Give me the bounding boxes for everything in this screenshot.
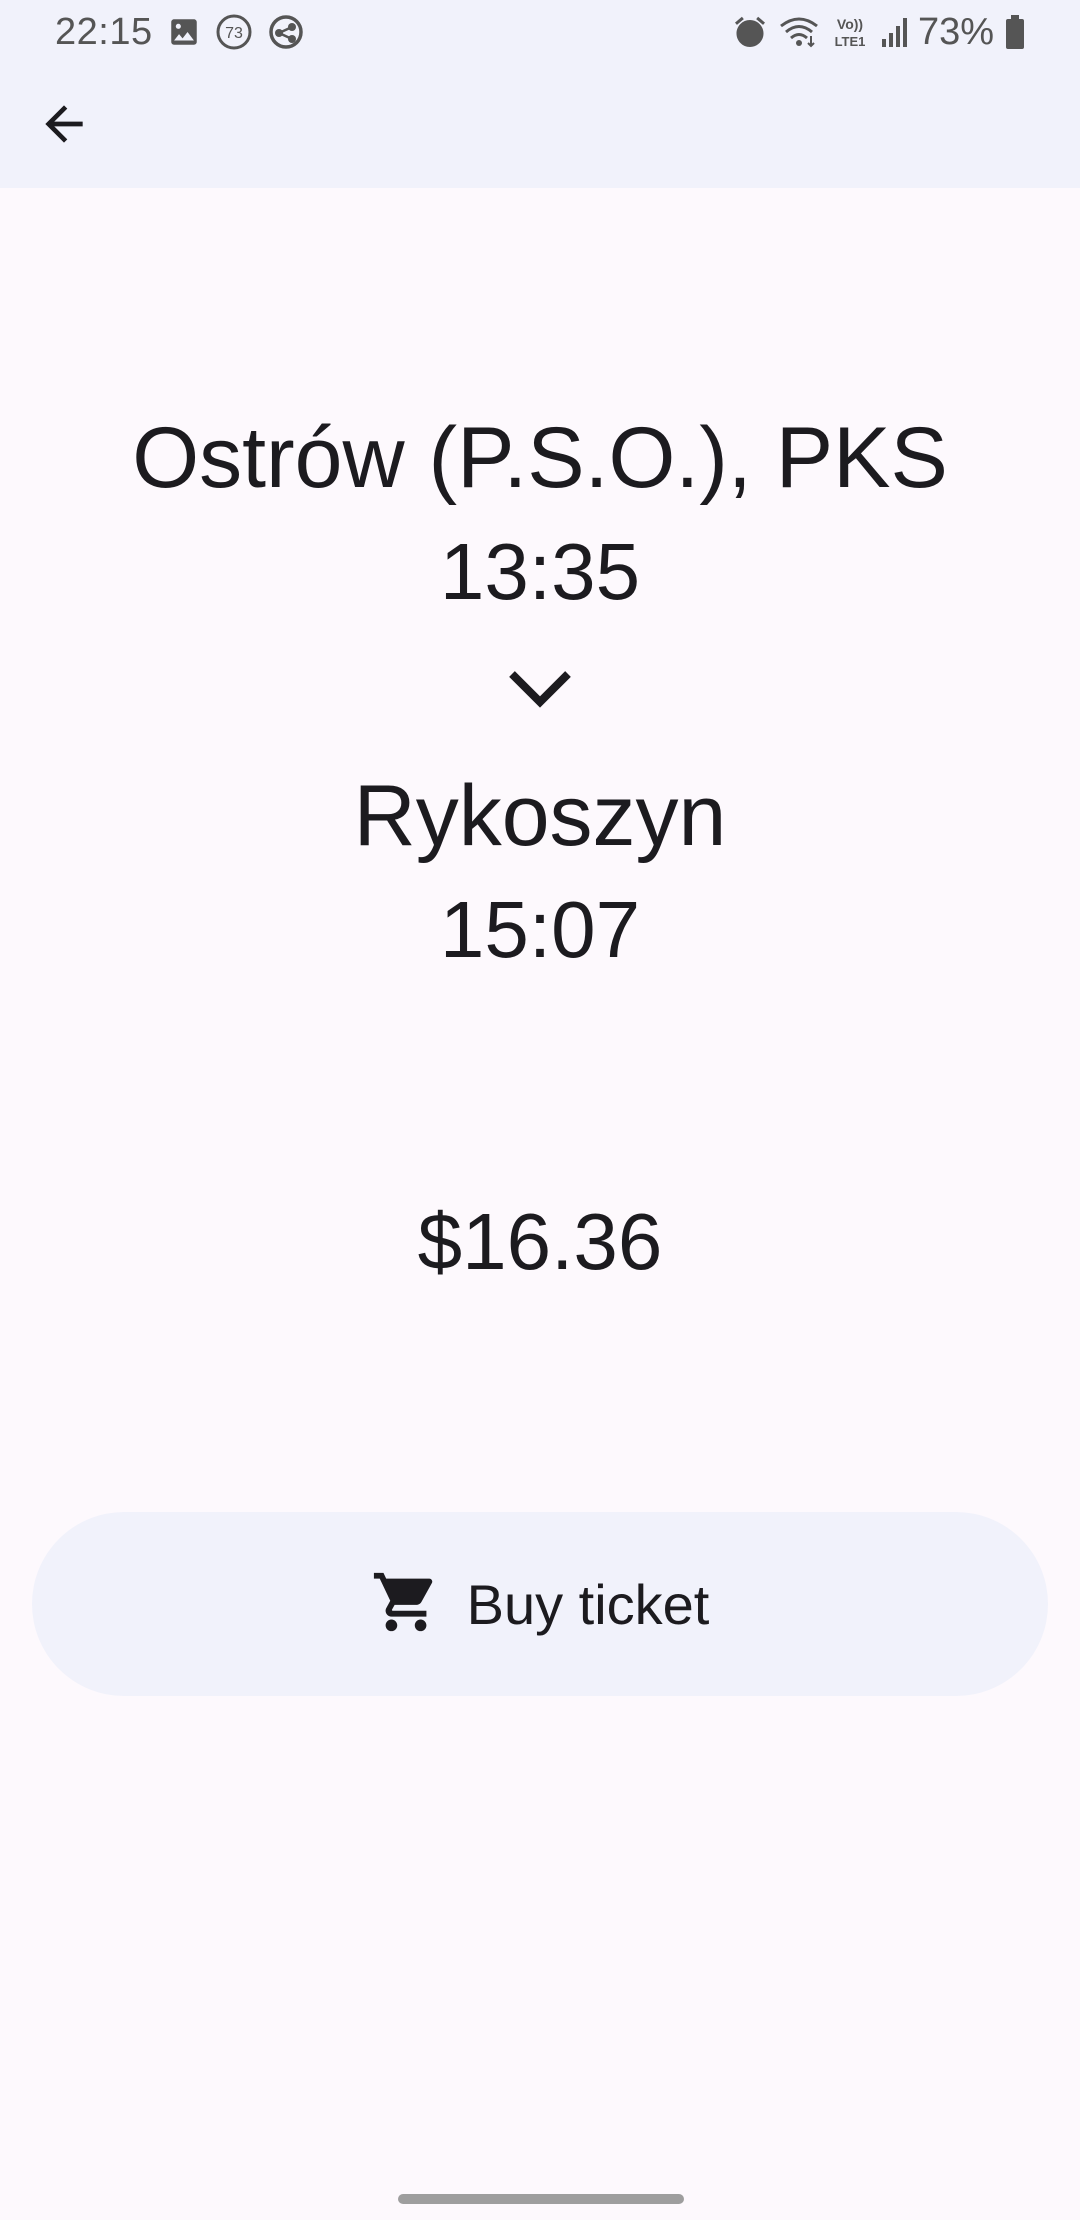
home-indicator[interactable] bbox=[398, 2194, 684, 2204]
wifi-icon bbox=[778, 14, 820, 50]
status-left: 22:15 73 bbox=[55, 10, 305, 54]
volte-bottom-text: LTE1 bbox=[835, 34, 866, 49]
battery-percent: 73% bbox=[917, 10, 994, 53]
top-area: 22:15 73 Vo)) LTE1 73% bbox=[0, 0, 1080, 188]
app-bar bbox=[0, 64, 1080, 188]
alarm-icon bbox=[732, 14, 768, 50]
buy-ticket-label: Buy ticket bbox=[466, 1572, 710, 1636]
volte-icon: Vo)) LTE1 bbox=[830, 12, 870, 52]
chevron-down-icon bbox=[508, 664, 572, 712]
arrow-back-icon bbox=[36, 96, 92, 157]
signal-icon bbox=[880, 15, 908, 49]
departure-time: 13:35 bbox=[439, 527, 641, 616]
origin-station: Ostrów (P.S.O.), PKS bbox=[132, 410, 948, 506]
status-time: 22:15 bbox=[55, 10, 153, 53]
destination-station: Rykoszyn bbox=[353, 768, 727, 864]
badge-73-text: 73 bbox=[225, 25, 243, 42]
sync-icon bbox=[267, 13, 305, 51]
status-right: Vo)) LTE1 73% bbox=[732, 10, 1026, 54]
status-bar: 22:15 73 Vo)) LTE1 73% bbox=[0, 0, 1080, 64]
volte-top-text: Vo)) bbox=[837, 16, 863, 32]
battery-icon bbox=[1004, 14, 1026, 50]
badge-73-icon: 73 bbox=[215, 13, 253, 51]
arrival-time: 15:07 bbox=[439, 885, 641, 974]
image-icon bbox=[167, 15, 201, 49]
cart-icon bbox=[371, 1567, 441, 1642]
ticket-price: $16.36 bbox=[417, 1197, 663, 1286]
back-button[interactable] bbox=[24, 94, 104, 158]
buy-ticket-button[interactable]: Buy ticket bbox=[32, 1512, 1048, 1696]
